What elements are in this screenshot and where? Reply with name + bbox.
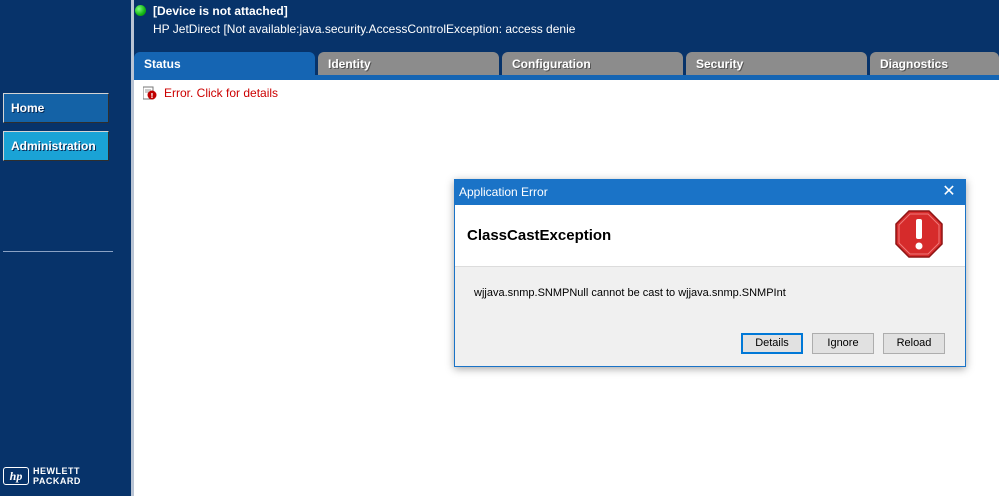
sidebar-item-administration[interactable]: Administration	[3, 131, 109, 161]
tab-diagnostics[interactable]: Diagnostics	[870, 52, 999, 75]
reload-button[interactable]: Reload	[883, 333, 945, 354]
dialog-title: Application Error	[459, 185, 548, 199]
error-icon: !	[143, 86, 157, 100]
svg-text:!: !	[150, 92, 153, 100]
sidebar-item-home[interactable]: Home	[3, 93, 109, 123]
tab-bar: Status Identity Configuration Security D…	[134, 48, 999, 75]
exception-name: ClassCastException	[467, 227, 612, 244]
error-link[interactable]: ! Error. Click for details	[143, 86, 278, 100]
error-message: wjjava.snmp.SNMPNull cannot be cast to w…	[474, 287, 786, 299]
application-error-dialog: Application Error ✕ ClassCastException w…	[454, 179, 966, 367]
sidebar-separator	[3, 251, 113, 252]
dialog-header: ClassCastException	[455, 205, 965, 267]
tab-identity[interactable]: Identity	[318, 52, 499, 75]
error-link-text[interactable]: Error. Click for details	[164, 86, 278, 100]
status-indicator-icon	[135, 5, 146, 16]
details-button[interactable]: Details	[741, 333, 803, 354]
logo-line-2: PACKARD	[33, 476, 81, 486]
header: [Device is not attached] HP JetDirect [N…	[134, 0, 999, 48]
logo-line-1: HEWLETT	[33, 466, 80, 476]
hp-logo-icon: hp	[3, 467, 29, 485]
hp-logo: hp HEWLETT PACKARD	[3, 466, 81, 486]
sidebar: Home Administration hp HEWLETT PACKARD	[0, 0, 134, 496]
close-icon[interactable]: ✕	[933, 180, 965, 205]
device-info: HP JetDirect [Not available:java.securit…	[153, 22, 576, 36]
device-status: [Device is not attached]	[153, 4, 288, 18]
hp-logo-text: HEWLETT PACKARD	[33, 466, 81, 486]
tab-security[interactable]: Security	[686, 52, 867, 75]
tab-configuration[interactable]: Configuration	[502, 52, 683, 75]
ignore-button[interactable]: Ignore	[812, 333, 874, 354]
dialog-titlebar[interactable]: Application Error ✕	[455, 180, 965, 205]
tab-status[interactable]: Status	[134, 52, 315, 75]
stop-error-icon	[895, 210, 943, 258]
